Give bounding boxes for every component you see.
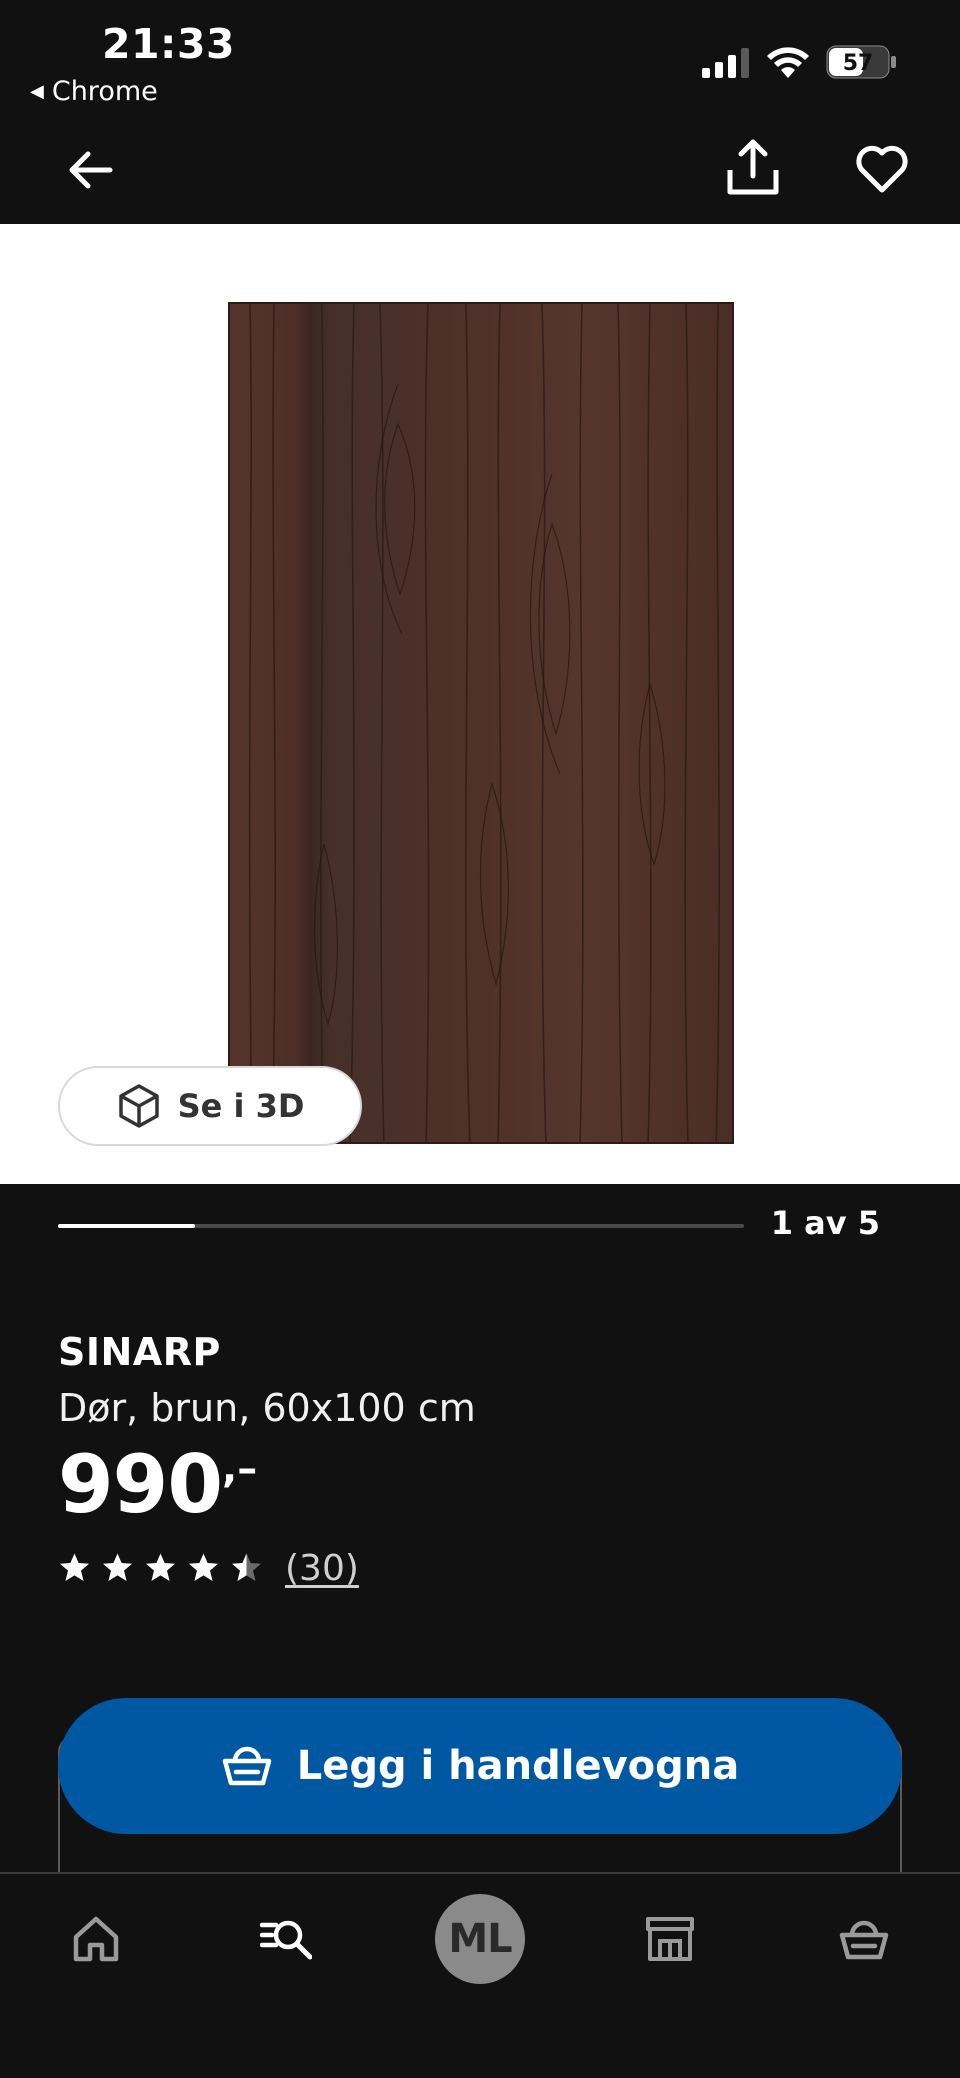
status-time: 21:33 <box>102 20 236 68</box>
star-icon <box>60 1553 89 1581</box>
tab-home[interactable] <box>36 1874 156 2004</box>
product-image-gallery[interactable]: Se i 3D <box>0 224 960 1184</box>
home-icon <box>73 1916 119 1962</box>
rating-stars <box>58 1552 263 1585</box>
view-in-3d-label: Se i 3D <box>177 1087 305 1125</box>
add-to-cart-button[interactable]: Legg i handlevogna <box>58 1698 902 1834</box>
wood-door-image <box>230 304 732 1142</box>
search-icon <box>260 1920 312 1960</box>
store-icon <box>646 1917 694 1961</box>
top-nav <box>0 112 960 224</box>
back-triangle-icon: ◀ <box>30 81 44 102</box>
bottom-tab-bar: ML <box>0 1872 960 2078</box>
price-value: 990 <box>58 1438 223 1531</box>
battery-level: 57 <box>843 51 874 76</box>
star-icon <box>146 1553 175 1581</box>
star-icon <box>103 1553 132 1581</box>
profile-avatar: ML <box>435 1894 525 1984</box>
review-count-link[interactable]: (30) <box>285 1548 359 1589</box>
cellular-signal-icon <box>702 48 749 78</box>
star-icon <box>189 1553 218 1581</box>
tab-profile[interactable]: ML <box>420 1874 540 2004</box>
cube-3d-icon <box>118 1084 159 1128</box>
gallery-progress-fill <box>58 1224 196 1228</box>
back-app-label: Chrome <box>51 76 158 107</box>
tab-search[interactable] <box>226 1874 346 2004</box>
heart-icon[interactable] <box>854 140 910 196</box>
basket-icon <box>222 1746 271 1786</box>
tab-stores[interactable] <box>610 1874 730 2004</box>
wifi-icon <box>767 47 809 78</box>
status-bar: 21:33 ◀ Chrome 57 <box>0 0 960 112</box>
product-price: 990 ,– <box>58 1440 257 1530</box>
product-image <box>228 302 734 1144</box>
gallery-counter: 1 av 5 <box>770 1204 880 1242</box>
back-to-app-link[interactable]: ◀ Chrome <box>30 76 158 107</box>
product-description: Dør, brun, 60x100 cm <box>58 1386 476 1430</box>
cart-icon <box>839 1920 889 1960</box>
product-rating[interactable]: (30) <box>58 1548 359 1589</box>
battery-icon: 57 <box>826 45 896 79</box>
product-name: SINARP <box>58 1330 221 1374</box>
view-in-3d-button[interactable]: Se i 3D <box>58 1066 362 1146</box>
add-to-cart-label: Legg i handlevogna <box>296 1743 740 1789</box>
gallery-progress-bar <box>58 1224 744 1228</box>
star-icon <box>232 1553 261 1581</box>
price-suffix: ,– <box>222 1446 258 1492</box>
tab-cart[interactable] <box>804 1874 924 2004</box>
share-icon[interactable] <box>722 136 784 198</box>
arrow-left-icon[interactable] <box>62 142 118 198</box>
